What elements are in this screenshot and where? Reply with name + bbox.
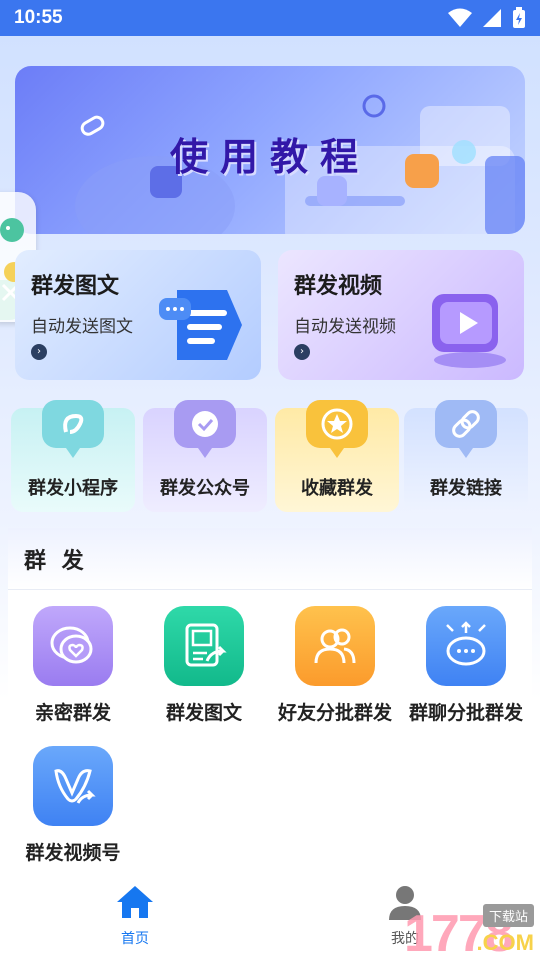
wifi-icon [448, 8, 472, 27]
mini-program-icon [42, 400, 104, 458]
watermark-tag: 下载站 [482, 904, 534, 927]
watermark-suffix: .COM [476, 930, 534, 955]
status-bar: 10:55 [0, 0, 540, 36]
feature-link[interactable]: 群发链接 [404, 400, 528, 512]
link-icon [435, 400, 497, 458]
feature-label: 收藏群发 [301, 478, 373, 499]
grid-item-intimate[interactable]: 亲密群发 [8, 606, 138, 725]
feature-label: 群发小程序 [28, 478, 118, 499]
signal-icon [483, 9, 501, 27]
battery-icon [513, 7, 525, 28]
feature-official-account[interactable]: 群发公众号 [143, 400, 267, 512]
card-video[interactable]: 群发视频 自动发送视频 › [278, 250, 524, 380]
status-time: 10:55 [14, 7, 63, 28]
tutorial-banner[interactable]: 使用教程 [15, 66, 525, 234]
friends-icon [295, 606, 375, 686]
grid-item-friends-batch[interactable]: 好友分批群发 [270, 606, 400, 725]
verified-badge-icon [174, 400, 236, 458]
grid-label: 好友分批群发 [277, 702, 392, 724]
status-icons [448, 7, 526, 29]
grid-item-image-text[interactable]: 群发图文 [139, 606, 269, 725]
mascot-icon [0, 218, 24, 242]
tab-home-label: 首页 [121, 931, 149, 947]
image-share-icon [164, 606, 244, 686]
section-title: 群 发 [8, 528, 532, 590]
grid-item-group-chat-batch[interactable]: 群聊分批群发 [401, 606, 531, 725]
feature-mini-program[interactable]: 群发小程序 [11, 400, 135, 512]
star-icon [306, 400, 368, 458]
video-channel-icon [33, 746, 113, 826]
grid-label: 群聊分批群发 [408, 702, 523, 724]
arrow-right-icon: › [294, 344, 310, 360]
grid-label: 亲密群发 [34, 702, 111, 724]
group-send-section: 群 发 亲密群发 群发图文 好友分批群发 群聊分批群发 群发视频号 [8, 528, 532, 868]
feature-label: 群发链接 [430, 478, 502, 499]
video-play-icon [432, 294, 506, 368]
chat-document-icon [159, 290, 242, 360]
home-icon [117, 886, 153, 918]
arrow-right-icon: › [31, 344, 47, 360]
grid-label: 群发图文 [165, 702, 242, 724]
chat-heart-icon [33, 606, 113, 686]
banner-title: 使用教程 [169, 135, 370, 179]
feature-label: 群发公众号 [160, 478, 250, 499]
group-chat-icon [426, 606, 506, 686]
grid-label: 群发视频号 [25, 842, 121, 864]
watermark-logo: 1778 下载站 .COM [314, 896, 540, 960]
feature-favorites[interactable]: 收藏群发 [275, 400, 399, 512]
tab-home[interactable]: 首页 [75, 884, 195, 948]
card-image-text[interactable]: 群发图文 自动发送图文 › [15, 250, 261, 380]
grid-item-video-channel[interactable]: 群发视频号 [8, 746, 138, 865]
